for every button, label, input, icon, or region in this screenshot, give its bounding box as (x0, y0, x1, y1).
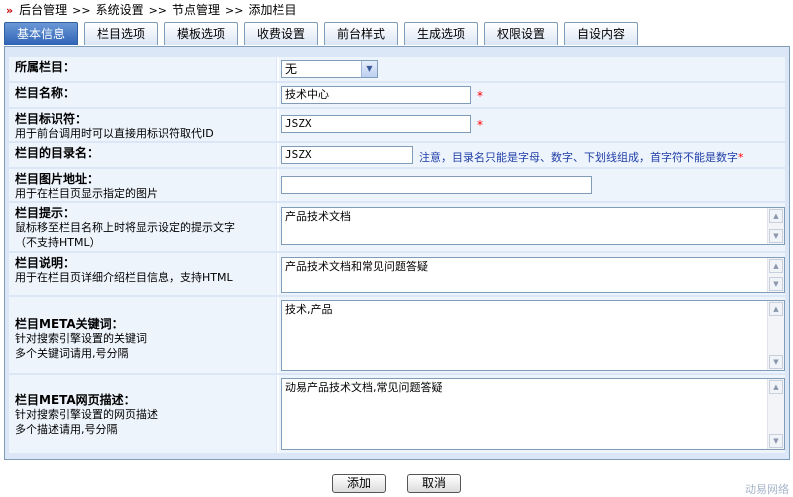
textarea-value: 技术,产品 (285, 303, 333, 316)
field-label: 栏目名称： (9, 83, 277, 107)
scroll-down-icon[interactable]: ▼ (769, 229, 783, 243)
form-row-tip: 栏目提示： 鼠标移至栏目名称上时将显示设定的提示文字 （不支持HTML） 产品技术文… (9, 203, 785, 251)
column-description-textarea[interactable]: 产品技术文档和常见问题答疑 ▲ ▼ (281, 257, 785, 293)
form-row-image: 栏目图片地址： 用于在栏目页显示指定的图片 (9, 169, 785, 201)
meta-description-textarea[interactable]: 动易产品技术文档,常见问题答疑 ▲ ▼ (281, 378, 785, 450)
scroll-down-icon[interactable]: ▼ (769, 355, 783, 369)
tab-frontend-style[interactable]: 前台样式 (324, 22, 398, 45)
required-mark: * (477, 118, 483, 132)
parent-column-select[interactable]: 无 ▼ (281, 60, 378, 78)
scrollbar[interactable]: ▲ ▼ (767, 379, 784, 449)
field-label: 栏目META关键词： 针对搜索引擎设置的关键词 多个关键词请用,号分隔 (9, 297, 277, 373)
cancel-button[interactable]: 取消 (407, 474, 461, 493)
tab-custom-content[interactable]: 自设内容 (564, 22, 638, 45)
required-mark: * (477, 89, 483, 103)
scroll-up-icon[interactable]: ▲ (769, 380, 783, 394)
breadcrumb-separator: >> (148, 4, 168, 17)
meta-keywords-textarea[interactable]: 技术,产品 ▲ ▼ (281, 300, 785, 371)
column-identifier-input[interactable]: JSZX (281, 115, 471, 133)
field-hint: 多个描述请用,号分隔 (15, 423, 118, 436)
column-name-input[interactable]: 技术中心 (281, 86, 471, 104)
field-label: 栏目提示： 鼠标移至栏目名称上时将显示设定的提示文字 （不支持HTML） (9, 203, 277, 251)
column-directory-input[interactable]: JSZX (281, 146, 413, 164)
breadcrumb-separator: >> (225, 4, 244, 17)
field-label: 栏目的目录名： (9, 143, 277, 167)
tab-generate-options[interactable]: 生成选项 (404, 22, 478, 45)
breadcrumb-item[interactable]: 系统设置 (96, 3, 144, 17)
directory-note: 注意，目录名只能是字母、数字、下划线组成，首字符不能是数字* (419, 151, 744, 164)
breadcrumb: » 后台管理 >> 系统设置 >> 节点管理 >> 添加栏目 (0, 0, 793, 20)
field-hint: 针对搜索引擎设置的网页描述 (15, 408, 158, 421)
scroll-down-icon[interactable]: ▼ (769, 434, 783, 448)
field-label: 栏目图片地址： 用于在栏目页显示指定的图片 (9, 169, 277, 201)
breadcrumb-separator: >> (72, 4, 91, 17)
form-row-parent: 所属栏目： 无 ▼ (9, 57, 785, 81)
breadcrumb-item[interactable]: 后台管理 (19, 3, 67, 17)
select-value: 无 (285, 62, 298, 76)
required-mark: * (738, 151, 744, 164)
textarea-value: 产品技术文档和常见问题答疑 (285, 260, 428, 273)
field-hint: （不支持HTML） (15, 236, 101, 249)
field-label: 栏目标识符： 用于前台调用时可以直接用标识符取代ID (9, 109, 277, 141)
tab-template-options[interactable]: 模板选项 (164, 22, 238, 45)
tab-basic-info[interactable]: 基本信息 (4, 22, 78, 45)
field-label: 栏目META网页描述： 针对搜索引擎设置的网页描述 多个描述请用,号分隔 (9, 375, 277, 453)
field-hint: 鼠标移至栏目名称上时将显示设定的提示文字 (15, 221, 235, 234)
form-row-identifier: 栏目标识符： 用于前台调用时可以直接用标识符取代ID JSZX * (9, 109, 785, 141)
form-row-meta-description: 栏目META网页描述： 针对搜索引擎设置的网页描述 多个描述请用,号分隔 动易产品技… (9, 375, 785, 453)
tab-column-options[interactable]: 栏目选项 (84, 22, 158, 45)
field-label: 所属栏目： (9, 57, 277, 81)
field-hint: 用于前台调用时可以直接用标识符取代ID (15, 127, 214, 140)
breadcrumb-item[interactable]: 节点管理 (172, 3, 220, 17)
scroll-up-icon[interactable]: ▲ (769, 209, 783, 223)
textarea-value: 产品技术文档 (285, 210, 351, 223)
form-row-name: 栏目名称： 技术中心 * (9, 83, 785, 107)
tab-permission-settings[interactable]: 权限设置 (484, 22, 558, 45)
column-tip-textarea[interactable]: 产品技术文档 ▲ ▼ (281, 207, 785, 245)
scroll-up-icon[interactable]: ▲ (769, 302, 783, 316)
chevron-down-icon[interactable]: ▼ (361, 61, 377, 77)
scrollbar[interactable]: ▲ ▼ (767, 258, 784, 292)
field-hint: 用于在栏目页详细介绍栏目信息，支持HTML (15, 271, 233, 284)
add-button[interactable]: 添加 (332, 474, 386, 493)
field-hint: 用于在栏目页显示指定的图片 (15, 187, 158, 200)
form-row-description: 栏目说明： 用于在栏目页详细介绍栏目信息，支持HTML 产品技术文档和常见问题答疑… (9, 253, 785, 295)
form-row-directory: 栏目的目录名： JSZX 注意，目录名只能是字母、数字、下划线组成，首字符不能是… (9, 143, 785, 167)
scroll-up-icon[interactable]: ▲ (769, 259, 783, 273)
textarea-value: 动易产品技术文档,常见问题答疑 (285, 381, 443, 394)
breadcrumb-current: 添加栏目 (248, 3, 297, 17)
form-panel: 所属栏目： 无 ▼ 栏目名称： 技术中心 * 栏目标识符： 用于前台调用时可以直接… (4, 46, 790, 460)
field-hint: 多个关键词请用,号分隔 (15, 347, 129, 360)
column-image-url-input[interactable] (281, 176, 592, 194)
field-label: 栏目说明： 用于在栏目页详细介绍栏目信息，支持HTML (9, 253, 277, 295)
field-hint: 针对搜索引擎设置的关键词 (15, 332, 147, 345)
breadcrumb-arrow-icon: » (6, 4, 14, 17)
scrollbar[interactable]: ▲ ▼ (767, 301, 784, 370)
scrollbar[interactable]: ▲ ▼ (767, 208, 784, 244)
form-row-meta-keywords: 栏目META关键词： 针对搜索引擎设置的关键词 多个关键词请用,号分隔 技术,产品 … (9, 297, 785, 373)
tab-charge-settings[interactable]: 收费设置 (244, 22, 318, 45)
scroll-down-icon[interactable]: ▼ (769, 277, 783, 291)
